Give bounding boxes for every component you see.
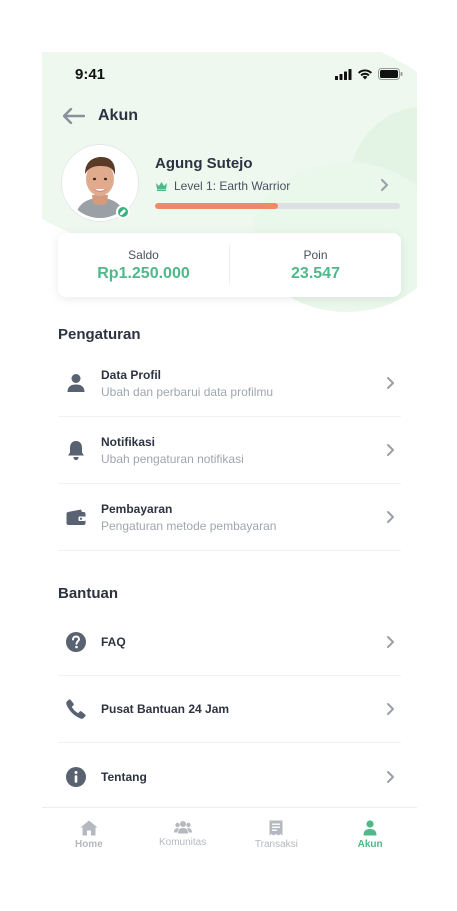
nav-item-home[interactable]: Home xyxy=(42,808,136,862)
arrow-left-icon xyxy=(63,108,85,124)
poin-cell[interactable]: Poin 23.547 xyxy=(230,233,401,297)
page-header: Akun xyxy=(62,104,138,128)
nav-item-transaksi[interactable]: Transaksi xyxy=(230,808,324,862)
chevron-right-icon xyxy=(381,702,401,716)
back-button[interactable] xyxy=(62,104,86,128)
nav-item-akun[interactable]: Akun xyxy=(323,808,417,862)
avatar-container[interactable] xyxy=(62,145,138,221)
settings-item-text: Notifikasi Ubah pengaturan notifikasi xyxy=(101,435,381,466)
settings-item-title: Notifikasi xyxy=(101,434,156,449)
help-item-title: FAQ xyxy=(101,635,126,649)
poin-value: 23.547 xyxy=(291,264,340,282)
saldo-cell[interactable]: Saldo Rp1.250.000 xyxy=(58,233,229,297)
nav-label: Akun xyxy=(357,839,383,850)
chevron-right-icon xyxy=(381,376,401,390)
saldo-value: Rp1.250.000 xyxy=(97,264,190,282)
balance-card: Saldo Rp1.250.000 Poin 23.547 xyxy=(58,233,401,297)
page-title: Akun xyxy=(98,107,138,124)
settings-item-subtitle: Ubah dan perbarui data profilmu xyxy=(101,384,274,399)
settings-item-title: Data Profil xyxy=(101,367,162,382)
chevron-right-icon xyxy=(381,443,401,457)
account-icon xyxy=(363,820,377,836)
nav-label: Transaksi xyxy=(254,839,298,850)
level-progress-bar xyxy=(155,203,400,209)
settings-item-text: Pembayaran Pengaturan metode pembayaran xyxy=(101,502,381,533)
bell-icon xyxy=(58,440,94,461)
level-progress-fill xyxy=(155,203,278,209)
signal-icon xyxy=(335,68,352,80)
profile-name: Agung Sutejo xyxy=(155,155,253,172)
phone-screen: 9:41 Akun Agung Sutejo Level 1: Earth Wa… xyxy=(42,52,417,862)
settings-item-notifikasi[interactable]: Notifikasi Ubah pengaturan notifikasi xyxy=(58,417,401,484)
level-label: Level 1: Earth Warrior xyxy=(174,179,291,193)
settings-item-pembayaran[interactable]: Pembayaran Pengaturan metode pembayaran xyxy=(58,484,401,551)
nav-label: Komunitas xyxy=(159,837,207,848)
status-icons xyxy=(335,68,403,80)
question-icon xyxy=(58,632,94,652)
phone-icon xyxy=(58,699,94,719)
home-icon xyxy=(80,820,98,836)
poin-label: Poin xyxy=(303,247,328,262)
settings-item-subtitle: Pengaturan metode pembayaran xyxy=(101,518,277,533)
chevron-right-icon xyxy=(381,770,401,784)
help-item-pusat-bantuan[interactable]: Pusat Bantuan 24 Jam xyxy=(58,676,401,743)
settings-section-title: Pengaturan xyxy=(58,326,141,343)
battery-icon xyxy=(378,68,403,80)
nav-item-komunitas[interactable]: Komunitas xyxy=(136,808,230,862)
nav-label: Home xyxy=(74,839,103,850)
wifi-icon xyxy=(358,68,372,79)
help-item-faq[interactable]: FAQ xyxy=(58,609,401,676)
help-item-text: FAQ xyxy=(101,635,381,649)
settings-item-data-profil[interactable]: Data Profil Ubah dan perbarui data profi… xyxy=(58,350,401,417)
receipt-icon xyxy=(269,820,283,836)
help-section-title: Bantuan xyxy=(58,585,118,602)
status-bar: 9:41 xyxy=(42,52,417,96)
help-item-title: Pusat Bantuan 24 Jam xyxy=(101,702,230,716)
help-item-text: Tentang xyxy=(101,770,381,784)
help-item-title: Tentang xyxy=(101,769,147,784)
wallet-icon xyxy=(58,509,94,526)
chevron-right-icon xyxy=(381,510,401,524)
verified-badge-icon xyxy=(116,205,130,219)
chevron-right-icon xyxy=(381,635,401,649)
profile-level[interactable]: Level 1: Earth Warrior xyxy=(155,179,290,193)
bottom-nav: Home Komunitas Transaksi Akun xyxy=(42,807,417,862)
settings-item-title: Pembayaran xyxy=(101,501,173,516)
settings-item-text: Data Profil Ubah dan perbarui data profi… xyxy=(101,368,381,399)
community-icon xyxy=(173,821,192,834)
level-chevron-icon[interactable] xyxy=(380,178,390,197)
saldo-label: Saldo xyxy=(128,247,159,262)
help-item-text: Pusat Bantuan 24 Jam xyxy=(101,702,381,716)
user-icon xyxy=(58,373,94,393)
help-item-tentang[interactable]: Tentang xyxy=(58,743,401,810)
info-icon xyxy=(58,766,94,787)
status-time: 9:41 xyxy=(75,66,106,83)
settings-item-subtitle: Ubah pengaturan notifikasi xyxy=(101,451,244,466)
crown-icon xyxy=(156,182,167,191)
